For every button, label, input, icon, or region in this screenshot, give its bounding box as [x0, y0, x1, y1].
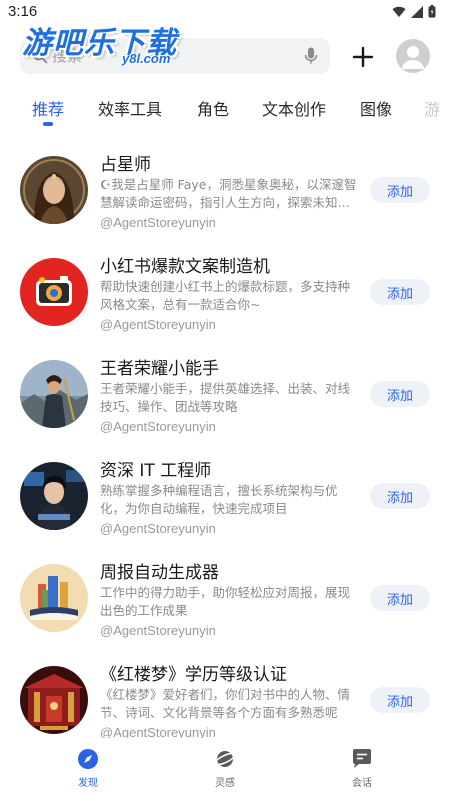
tab-character[interactable]: 角色 [197, 96, 229, 120]
item-title: 王者荣耀小能手 [100, 359, 219, 379]
astrologer-portrait-icon [20, 156, 88, 224]
user-avatar[interactable] [396, 39, 430, 73]
item-author: @AgentStoreyunyin [100, 521, 216, 536]
item-description: 王者荣耀小能手，提供英雄选择、出装、对线技巧、操作、团战等攻略 [100, 381, 351, 414]
red-mansion-icon [20, 666, 88, 734]
list-item[interactable]: 周报自动生成器 工作中的得力助手，助你轻松应对周报，展现出色的工作成果 @Age… [0, 548, 450, 650]
bottom-nav: 发现 灵感 会话 [0, 738, 450, 799]
add-button[interactable]: 添加 [370, 483, 430, 509]
add-button[interactable]: 添加 [370, 279, 430, 305]
add-button[interactable]: 添加 [370, 177, 430, 203]
book-city-icon [20, 564, 88, 632]
item-title: 小红书爆款文案制造机 [100, 257, 270, 277]
signal-icon [411, 5, 423, 18]
nav-label: 发现 [78, 778, 98, 789]
site-watermark: 游吧乐下载 y8l.com [22, 18, 192, 70]
battery-icon [428, 5, 436, 18]
compass-icon [78, 749, 98, 769]
nav-label: 灵感 [215, 778, 235, 789]
tab-game[interactable]: 游 [424, 96, 440, 120]
nav-inspiration[interactable]: 灵感 [195, 748, 255, 798]
nav-discover[interactable]: 发现 [58, 748, 118, 798]
warrior-portrait-icon [20, 360, 88, 428]
tab-writing[interactable]: 文本创作 [262, 96, 326, 120]
add-button[interactable]: 添加 [370, 585, 430, 611]
add-button[interactable]: 添加 [370, 381, 430, 407]
item-description: ☪我是占星师 Faye，洞悉星象奥秘，以深邃智慧解读命运密码，指引人生方向，探索… [100, 177, 357, 210]
status-icons [392, 5, 436, 18]
item-title: 占星师 [100, 155, 151, 175]
red-camera-icon [20, 258, 88, 326]
item-author: @AgentStoreyunyin [100, 623, 216, 638]
category-tabs: 推荐 效率工具 角色 文本创作 图像 游 [0, 92, 450, 130]
item-description: 《红楼梦》爱好者们，你们对书中的人物、情节、诗词、文化背景等各个方面有多熟悉呢 [100, 687, 351, 720]
item-author: @AgentStoreyunyin [100, 317, 216, 332]
list-item[interactable]: 占星师 ☪我是占星师 Faye，洞悉星象奥秘，以深邃智慧解读命运密码，指引人生方… [0, 140, 450, 242]
planet-icon [214, 751, 236, 767]
list-item[interactable]: 《红楼梦》学历等级认证 《红楼梦》爱好者们，你们对书中的人物、情节、诗词、文化背… [0, 650, 450, 752]
list-item[interactable]: 王者荣耀小能手 王者荣耀小能手，提供英雄选择、出装、对线技巧、操作、团战等攻略 … [0, 344, 450, 446]
tab-productivity[interactable]: 效率工具 [98, 96, 162, 120]
item-description: 熟练掌握多种编程语言，擅长系统架构与优化，为你自动编程，快速完成项目 [100, 483, 338, 516]
item-author: @AgentStoreyunyin [100, 215, 216, 230]
tab-recommended[interactable]: 推荐 [32, 96, 64, 120]
create-button[interactable] [348, 42, 378, 72]
plus-icon [352, 46, 374, 68]
tab-indicator [43, 122, 53, 126]
user-icon [402, 46, 424, 69]
chat-icon [353, 749, 371, 768]
list-item[interactable]: 资深 IT 工程师 熟练掌握多种编程语言，擅长系统架构与优化，为你自动编程，快速… [0, 446, 450, 548]
watermark-domain: y8l.com [122, 51, 171, 66]
list-item[interactable]: 小红书爆款文案制造机 帮助快速创建小红书上的爆款标题，多支持种风格文案，总有一款… [0, 242, 450, 344]
item-description: 工作中的得力助手，助你轻松应对周报，展现出色的工作成果 [100, 585, 351, 618]
item-title: 资深 IT 工程师 [100, 461, 212, 481]
microphone-icon[interactable] [304, 47, 318, 65]
tab-image[interactable]: 图像 [360, 96, 392, 120]
add-button[interactable]: 添加 [370, 687, 430, 713]
item-title: 《红楼梦》学历等级认证 [100, 665, 287, 685]
nav-chat[interactable]: 会话 [332, 748, 392, 798]
nav-label: 会话 [352, 778, 372, 789]
item-author: @AgentStoreyunyin [100, 419, 216, 434]
item-description: 帮助快速创建小红书上的爆款标题，多支持种风格文案，总有一款适合你~ [100, 279, 351, 312]
item-title: 周报自动生成器 [100, 563, 219, 583]
engineer-portrait-icon [20, 462, 88, 530]
wifi-icon [392, 6, 406, 17]
